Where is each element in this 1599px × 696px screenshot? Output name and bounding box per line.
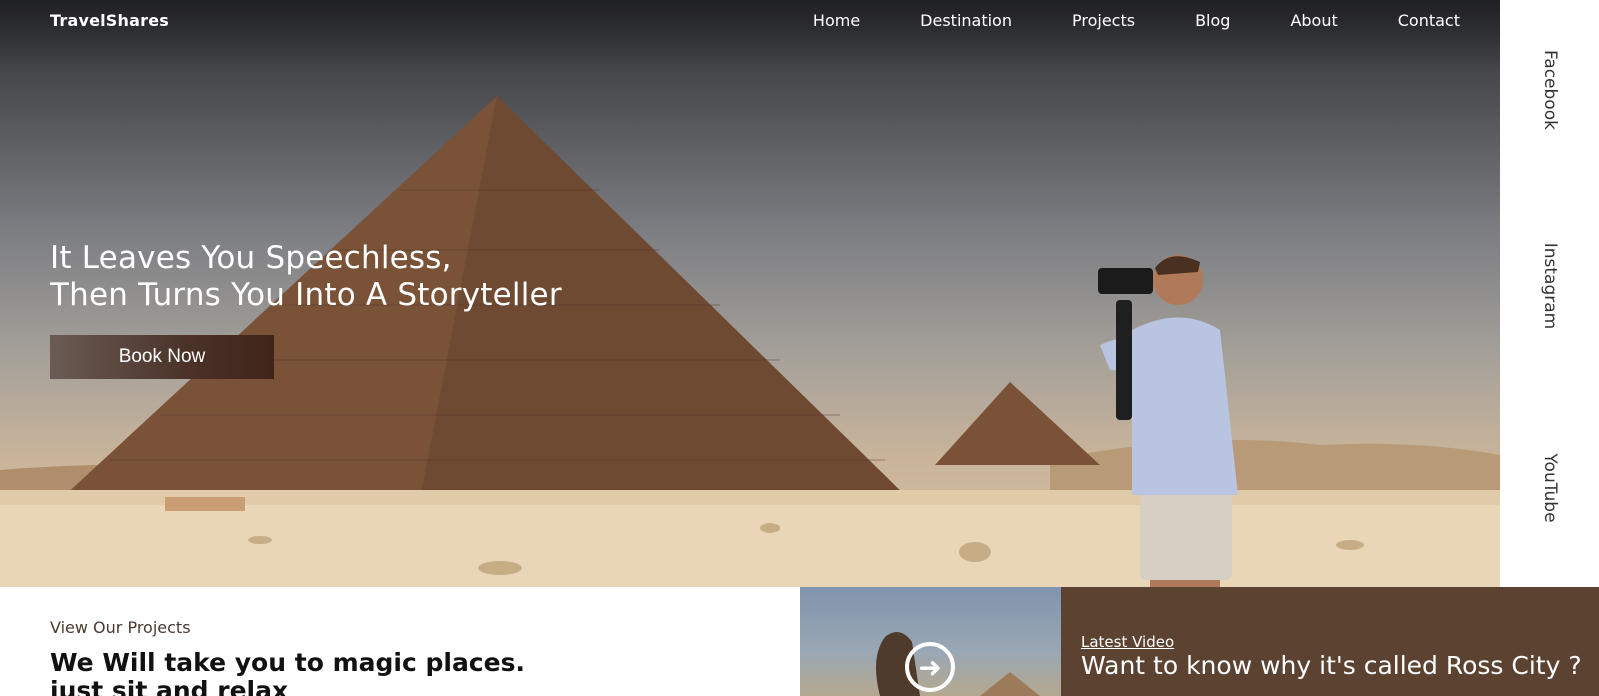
nav-item-projects[interactable]: Projects (1072, 11, 1135, 30)
projects-section: View Our Projects We Will take you to ma… (50, 618, 750, 696)
latest-video-panel: Latest Video Want to know why it's calle… (1061, 587, 1599, 696)
play-circle-icon[interactable]: ➜ (905, 642, 955, 692)
latest-video-title: Want to know why it's called Ross City ? (1081, 651, 1582, 680)
social-sidebar: Facebook Instagram YouTube (1500, 0, 1599, 587)
hero-headline: It Leaves You Speechless, Then Turns You… (50, 240, 562, 314)
projects-title-line2: just sit and relax (50, 676, 289, 696)
nav-item-home[interactable]: Home (813, 11, 860, 30)
nav-item-blog[interactable]: Blog (1195, 11, 1230, 30)
main-nav: Home Destination Projects Blog About Con… (700, 11, 1460, 30)
social-link-facebook[interactable]: Facebook (1540, 50, 1560, 130)
projects-title: We Will take you to magic places. just s… (50, 649, 750, 696)
hero-headline-line2: Then Turns You Into A Storyteller (50, 277, 562, 313)
nav-item-contact[interactable]: Contact (1398, 11, 1460, 30)
social-link-youtube[interactable]: YouTube (1540, 453, 1560, 522)
projects-eyebrow: View Our Projects (50, 618, 191, 637)
video-thumbnail[interactable]: ➜ (800, 587, 1061, 696)
nav-item-about[interactable]: About (1290, 11, 1337, 30)
social-link-instagram[interactable]: Instagram (1540, 243, 1560, 330)
book-now-button[interactable]: Book Now (50, 335, 274, 379)
latest-video-link[interactable]: Latest Video (1081, 633, 1174, 651)
projects-title-line1: We Will take you to magic places. (50, 648, 525, 677)
nav-item-destination[interactable]: Destination (920, 11, 1012, 30)
brand-logo[interactable]: TravelShares (50, 11, 169, 30)
hero-headline-line1: It Leaves You Speechless, (50, 240, 452, 276)
